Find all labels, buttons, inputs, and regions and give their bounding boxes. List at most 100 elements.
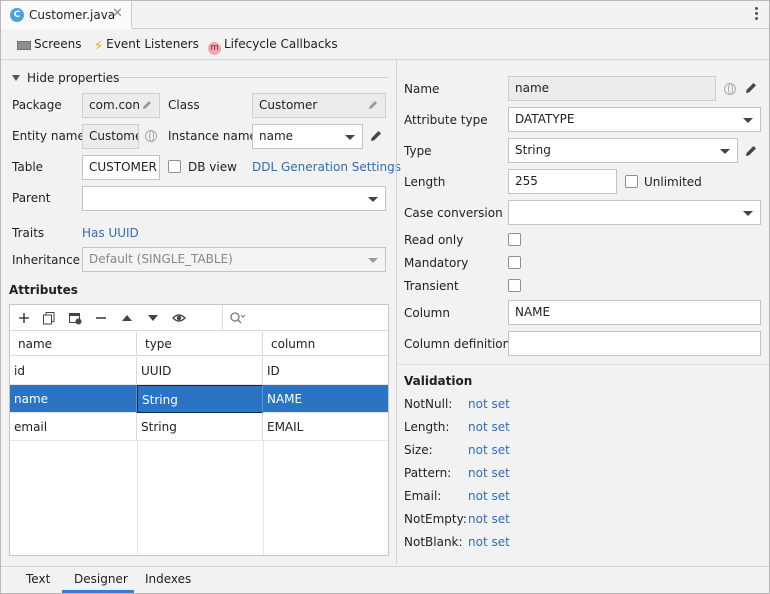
class-field[interactable]: Customer — [252, 93, 386, 118]
cell-name: id — [10, 357, 137, 385]
lifecycle-callbacks-button[interactable]: m Lifecycle Callbacks — [208, 37, 338, 55]
cell-type: String — [137, 413, 263, 441]
package-field[interactable]: com.con — [82, 93, 160, 118]
db-view-label: DB view — [188, 160, 237, 174]
column-divider — [137, 441, 138, 555]
method-icon: m — [208, 42, 221, 55]
attributes-toolbar — [10, 305, 388, 331]
validation-size-link[interactable]: not set — [468, 443, 510, 457]
move-up-icon[interactable] — [120, 311, 134, 325]
move-down-icon[interactable] — [146, 311, 160, 325]
traits-label: Traits — [12, 226, 45, 240]
validation-notblank-label: NotBlank: — [404, 535, 463, 549]
table-row[interactable]: id UUID ID — [10, 357, 388, 385]
case-conversion-label: Case conversion — [404, 206, 503, 220]
cell-name: name — [10, 385, 137, 413]
validation-notnull-label: NotNull: — [404, 397, 453, 411]
pencil-icon[interactable] — [369, 129, 383, 143]
validation-notnull-link[interactable]: not set — [468, 397, 510, 411]
read-only-checkbox[interactable] — [508, 233, 521, 246]
column-definition-field[interactable] — [508, 331, 761, 356]
pencil-icon[interactable] — [141, 99, 153, 111]
more-options-icon[interactable] — [755, 7, 759, 21]
chevron-down-icon — [345, 135, 355, 140]
chevron-down-icon — [368, 258, 378, 263]
attributes-title: Attributes — [9, 283, 78, 297]
table-field[interactable]: CUSTOMER — [82, 155, 160, 180]
remove-icon[interactable] — [94, 311, 108, 325]
screen-icon — [17, 41, 31, 50]
cell-column: EMAIL — [267, 420, 304, 434]
section-divider — [118, 77, 388, 78]
transient-label: Transient — [404, 279, 459, 293]
hide-properties-toggle[interactable]: Hide properties — [12, 71, 119, 85]
parent-select[interactable] — [82, 186, 386, 211]
screens-button[interactable]: Screens — [17, 37, 82, 55]
designer-toolbar: Screens ⚡ Event Listeners m Lifecycle Call… — [1, 30, 769, 60]
validation-notempty-link[interactable]: not set — [468, 512, 510, 526]
validation-size-label: Size: — [404, 443, 433, 457]
transient-checkbox[interactable] — [508, 279, 521, 292]
globe-icon[interactable] — [145, 130, 157, 142]
instance-name-label: Instance name — [168, 129, 257, 143]
validation-pattern-link[interactable]: not set — [468, 466, 510, 480]
column-header-type[interactable]: type — [137, 332, 263, 356]
attributes-search[interactable] — [222, 305, 388, 331]
name-field[interactable]: name — [508, 76, 716, 101]
validation-notempty-label: NotEmpty: — [404, 512, 467, 526]
case-conversion-select[interactable] — [508, 200, 761, 225]
unlimited-checkbox[interactable] — [625, 175, 638, 188]
add-from-icon[interactable] — [68, 311, 82, 325]
globe-icon[interactable] — [724, 83, 736, 95]
table-row-selected[interactable]: name String NAME — [10, 385, 388, 413]
parent-label: Parent — [12, 191, 51, 205]
file-tab-bar: C Customer.java ✕ — [1, 1, 769, 29]
pencil-icon[interactable] — [744, 81, 758, 95]
validation-title: Validation — [404, 374, 473, 388]
inheritance-select[interactable]: Default (SINGLE_TABLE) — [82, 247, 386, 272]
close-icon[interactable]: ✕ — [112, 6, 123, 21]
entity-name-field[interactable]: Custome — [82, 124, 139, 149]
chevron-down-icon — [743, 118, 753, 123]
validation-email-label: Email: — [404, 489, 442, 503]
mandatory-checkbox[interactable] — [508, 256, 521, 269]
tab-indexes[interactable]: Indexes — [145, 572, 191, 586]
tab-text[interactable]: Text — [26, 572, 50, 586]
entity-name-label: Entity name — [12, 129, 85, 143]
cell-name: email — [10, 413, 137, 441]
panel-divider[interactable] — [396, 60, 397, 564]
pencil-icon[interactable] — [744, 144, 758, 158]
db-view-checkbox[interactable] — [168, 160, 181, 173]
eye-icon[interactable] — [172, 311, 186, 325]
has-uuid-link[interactable]: Has UUID — [82, 226, 139, 240]
section-divider — [397, 364, 769, 365]
cell-column: ID — [267, 364, 280, 378]
file-tab-customer-java[interactable]: C Customer.java ✕ — [1, 1, 132, 29]
pencil-icon[interactable] — [367, 99, 379, 111]
ddl-generation-settings-link[interactable]: DDL Generation Settings — [252, 160, 401, 174]
validation-length-link[interactable]: not set — [468, 420, 510, 434]
column-header-column[interactable]: column — [263, 332, 388, 356]
validation-notblank-link[interactable]: not set — [468, 535, 510, 549]
column-field[interactable]: NAME — [508, 300, 761, 325]
validation-email-link[interactable]: not set — [468, 489, 510, 503]
column-definition-label: Column definition — [404, 337, 511, 351]
event-listeners-label: Event Listeners — [106, 37, 199, 51]
length-field[interactable]: 255 — [508, 169, 617, 194]
read-only-label: Read only — [404, 233, 464, 247]
event-listeners-button[interactable]: ⚡ Event Listeners — [94, 37, 199, 55]
attribute-type-select[interactable]: DATATYPE — [508, 107, 761, 132]
type-select[interactable]: String — [508, 138, 738, 163]
column-header-name[interactable]: name — [10, 332, 137, 356]
column-divider — [263, 441, 264, 555]
validation-length-label: Length: — [404, 420, 450, 434]
table-label: Table — [12, 160, 44, 174]
name-label: Name — [404, 82, 440, 96]
instance-name-select[interactable]: name — [252, 124, 363, 149]
attribute-type-label: Attribute type — [404, 113, 488, 127]
chevron-down-icon — [368, 197, 378, 202]
add-icon[interactable] — [17, 311, 31, 325]
copy-icon[interactable] — [42, 311, 56, 325]
tab-designer[interactable]: Designer — [74, 572, 128, 586]
table-row[interactable]: email String EMAIL — [10, 413, 388, 441]
